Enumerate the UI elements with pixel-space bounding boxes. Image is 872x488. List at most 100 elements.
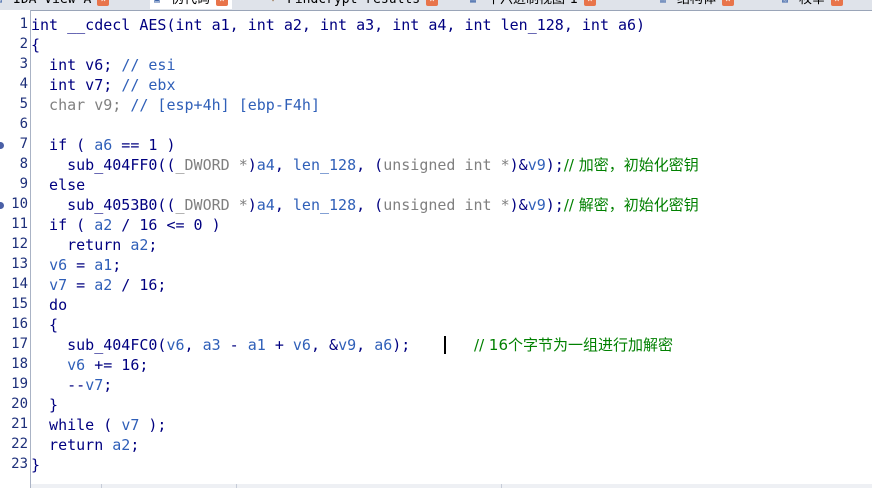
code-line[interactable]: char v9; // [esp+4h] [ebp-F4h] (31, 95, 320, 115)
close-icon[interactable]: × (583, 0, 596, 6)
code-token: + (265, 336, 293, 354)
tab-bar: ▤ IDA View-A × ▣ 伪代码 × ✦ Findcrypt resul… (0, 0, 872, 11)
tab-pseudocode[interactable]: ▣ 伪代码 × (150, 0, 233, 9)
code-token: { (31, 36, 41, 54)
code-token: v9 (527, 156, 546, 174)
code-token: v9 (338, 336, 357, 354)
code-token: a2 (94, 276, 113, 294)
code-token: int __cdecl AES(int a1, int a2, int a3, … (31, 16, 646, 34)
line-number: 12 (11, 236, 28, 252)
line-number: 13 (11, 256, 28, 272)
code-token: , ( (356, 156, 384, 174)
close-icon[interactable]: × (722, 0, 735, 6)
code-token: a6 (94, 136, 113, 154)
tab-enums[interactable]: ▧ 枚举 × (782, 0, 844, 9)
code-token: // 解密，初始化密钥 (563, 196, 699, 214)
code-line[interactable]: { (31, 315, 58, 335)
code-line[interactable]: int v6; // esi (31, 55, 176, 75)
line-number-gutter[interactable]: 1 2 3 4 5 6 7 8 9 10 11 12 13 14 15 16 17 18 19 20 21 22 23 (0, 10, 30, 488)
tab-structures[interactable]: ▥ 结构体 × (660, 0, 735, 9)
horizontal-scrollbar[interactable] (31, 484, 872, 488)
code-line[interactable]: sub_4053B0((_DWORD *)a4, len_128, (unsig… (31, 195, 699, 215)
code-token: ) (247, 196, 257, 214)
code-token: a3 (202, 336, 221, 354)
line-number: 3 (19, 56, 28, 72)
code-token: , (274, 156, 293, 174)
code-line[interactable]: v7 = a2 / 16; (31, 275, 166, 295)
tab-hex-view[interactable]: ▦ 十六进制视图-1 × (470, 0, 596, 9)
code-token: sub_404FC0( (31, 336, 167, 354)
code-line[interactable]: if ( a2 / 16 <= 0 ) (31, 215, 221, 235)
code-line[interactable]: return a2; (31, 435, 139, 455)
code-token: ; (103, 376, 113, 394)
code-token: unsigned int * (383, 156, 510, 174)
code-line[interactable]: int v7; // ebx (31, 75, 176, 95)
hex-view-icon: ▦ (470, 0, 482, 6)
code-line[interactable]: int __cdecl AES(int a1, int a2, int a3, … (31, 15, 645, 35)
close-icon[interactable]: × (831, 0, 844, 6)
line-number: 21 (11, 416, 28, 432)
tab-findcrypt-results[interactable]: ✦ Findcrypt results × (270, 0, 439, 9)
code-token: = (67, 276, 95, 294)
code-line[interactable]: } (31, 455, 40, 475)
code-line[interactable]: } (31, 395, 58, 415)
code-line[interactable]: while ( v7 ); (31, 415, 166, 435)
code-token: , & (310, 336, 339, 354)
line-number: 14 (11, 276, 28, 292)
code-token: -- (31, 376, 86, 394)
tab-ida-view[interactable]: ▤ IDA View-A × (0, 0, 110, 9)
close-icon[interactable]: × (97, 0, 110, 6)
code-token: return (31, 436, 113, 454)
code-token: while ( (31, 416, 122, 434)
code-token: // 加密，初始化密钥 (563, 156, 699, 174)
code-line[interactable]: v6 += 16; (31, 355, 148, 375)
tab-label: IDA View-A (13, 0, 91, 9)
code-token: // [esp+4h] [ebp-F4h] (130, 96, 320, 114)
code-token: ); (545, 156, 564, 174)
code-token: _DWORD * (175, 196, 248, 214)
code-line[interactable]: --v7; (31, 375, 112, 395)
code-token: else (31, 176, 86, 194)
code-line[interactable]: v6 = a1; (31, 255, 121, 275)
line-number: 6 (19, 116, 28, 132)
code-token: a6 (374, 336, 393, 354)
code-token: - (220, 336, 248, 354)
line-number: 23 (11, 456, 28, 472)
scrollbar-tick (101, 484, 102, 488)
code-token: len_128 (292, 196, 357, 214)
line-number: 8 (19, 156, 28, 172)
code-token: a2 (94, 216, 113, 234)
line-number: 2 (19, 36, 28, 52)
line-number: 20 (11, 396, 28, 412)
code-token: ; (112, 256, 122, 274)
code-token: do (31, 296, 68, 314)
code-token: // esi (121, 56, 176, 74)
ida-view-icon: ▤ (0, 0, 8, 6)
scrollbar-tick (501, 484, 502, 488)
code-token: )& (509, 156, 528, 174)
code-token: ; (148, 236, 158, 254)
line-number: 17 (11, 336, 28, 352)
code-token: int v7; (31, 76, 122, 94)
code-line[interactable]: { (31, 35, 40, 55)
code-token: )& (509, 196, 528, 214)
code-token: , (356, 336, 375, 354)
code-token: v7 (85, 376, 104, 394)
code-line[interactable]: return a2; (31, 235, 157, 255)
code-line[interactable]: sub_404FC0(v6, a3 - a1 + v6, &v9, a6); /… (31, 335, 673, 355)
close-icon[interactable]: × (216, 0, 229, 6)
code-token: ); (545, 196, 564, 214)
close-icon[interactable]: × (426, 0, 439, 6)
line-number: 9 (19, 176, 28, 192)
code-line[interactable]: if ( a6 == 1 ) (31, 135, 175, 155)
code-token: a4 (256, 196, 275, 214)
code-token: // 16个字节为一组进行加解密 (464, 336, 673, 354)
code-line[interactable]: sub_404FF0((_DWORD *)a4, len_128, (unsig… (31, 155, 699, 175)
code-token: // ebx (121, 76, 176, 94)
code-token: , ( (356, 196, 384, 214)
line-number: 10 (11, 196, 28, 212)
code-token: ) (247, 156, 257, 174)
code-line[interactable]: do (31, 295, 67, 315)
code-line[interactable]: else (31, 175, 85, 195)
